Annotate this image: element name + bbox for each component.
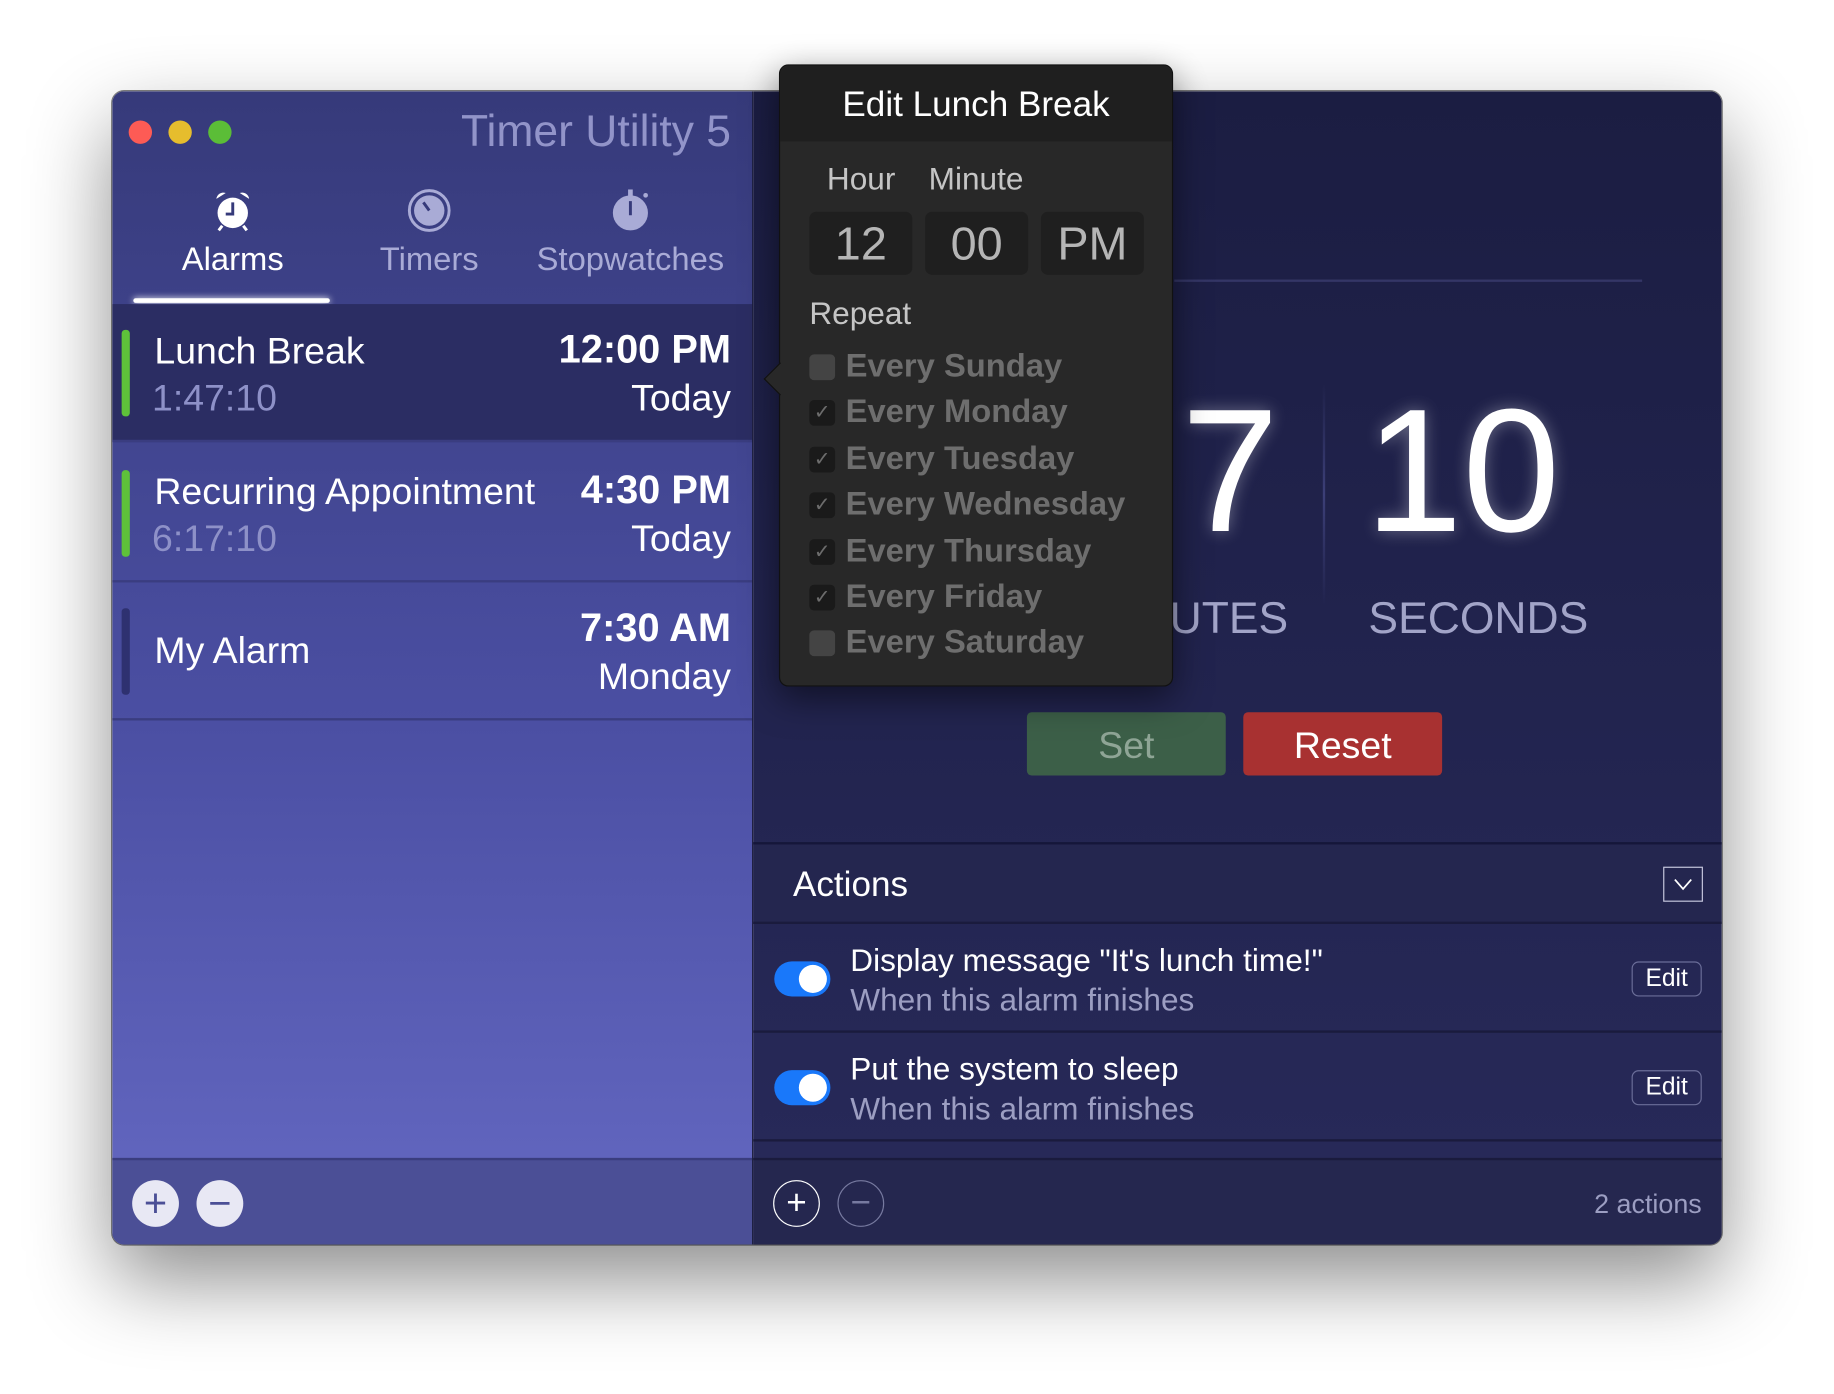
seconds-value: 10 xyxy=(1364,371,1561,569)
edit-action-button[interactable]: Edit xyxy=(1631,961,1702,997)
stopwatch-icon xyxy=(612,189,648,231)
action-row: Put the system to sleep When this alarm … xyxy=(753,1033,1722,1142)
repeat-checkbox[interactable]: ✓ xyxy=(809,400,836,427)
alarm-time: 12:00 PM xyxy=(558,327,731,372)
repeat-checkbox[interactable]: ✓ xyxy=(809,446,836,473)
repeat-checkbox[interactable] xyxy=(809,630,836,657)
tab-stopwatches[interactable]: Stopwatches xyxy=(531,187,730,278)
alarm-name: Lunch Break xyxy=(154,329,365,372)
add-alarm-button[interactable]: + xyxy=(132,1180,179,1227)
alarm-day: Today xyxy=(631,516,731,560)
alarm-time: 7:30 AM xyxy=(579,605,731,651)
popover-title: Edit Lunch Break xyxy=(780,65,1172,142)
repeat-checkbox[interactable]: ✓ xyxy=(809,492,836,519)
seconds-label: SECONDS xyxy=(1368,594,1589,644)
minutes-value: 7 xyxy=(1181,371,1279,569)
minute-label: Minute xyxy=(928,161,1024,197)
tab-timers[interactable]: Timers xyxy=(330,187,529,278)
alarm-time: 4:30 PM xyxy=(580,467,731,513)
action-title: Display message "It's lunch time!" xyxy=(850,942,1323,978)
separator xyxy=(1322,383,1326,606)
action-toggle[interactable] xyxy=(774,961,831,997)
repeat-checkbox[interactable]: ✓ xyxy=(809,584,836,611)
action-subtitle: When this alarm finishes xyxy=(850,982,1195,1018)
enabled-indicator xyxy=(121,329,130,417)
minimize-button[interactable] xyxy=(168,120,192,144)
action-title: Put the system to sleep xyxy=(850,1051,1179,1087)
repeat-checkbox[interactable]: ✓ xyxy=(809,538,836,565)
repeat-day-label: Every Friday xyxy=(845,577,1043,615)
remove-alarm-button[interactable]: − xyxy=(196,1180,244,1227)
enabled-indicator xyxy=(121,470,130,557)
tab-alarms[interactable]: Alarms xyxy=(133,187,332,278)
repeat-day-label: Every Wednesday xyxy=(845,485,1126,522)
alarm-clock-icon xyxy=(216,192,250,232)
tab-label: Stopwatches xyxy=(536,240,725,278)
minute-field[interactable]: 00 xyxy=(925,211,1029,275)
alarm-day: Today xyxy=(631,376,731,419)
disabled-indicator xyxy=(121,608,130,695)
set-button[interactable]: Set xyxy=(1026,712,1226,776)
remove-action-button[interactable]: − xyxy=(837,1180,885,1227)
alarm-remaining: 1:47:10 xyxy=(152,376,277,419)
repeat-day-label: Every Sunday xyxy=(845,347,1063,384)
ampm-field[interactable]: PM xyxy=(1040,211,1144,275)
alarm-row[interactable]: Lunch Break 1:47:10 12:00 PM Today xyxy=(112,304,753,443)
alarm-name: Recurring Appointment xyxy=(154,470,536,513)
repeat-day-label: Every Tuesday xyxy=(845,439,1075,476)
alarm-row[interactable]: My Alarm 7:30 AM Monday xyxy=(112,582,753,721)
sidebar: Timer Utility 5 Alarms Timers Stopwatche… xyxy=(112,91,753,1245)
zoom-button[interactable] xyxy=(208,120,232,144)
alarm-remaining: 6:17:10 xyxy=(152,516,277,560)
action-subtitle: When this alarm finishes xyxy=(850,1091,1195,1127)
hour-label: Hour xyxy=(826,161,896,197)
close-button[interactable] xyxy=(128,120,153,144)
repeat-day-label: Every Saturday xyxy=(845,623,1085,661)
repeat-label: Repeat xyxy=(809,295,912,331)
tab-label: Timers xyxy=(379,240,479,278)
edit-action-button[interactable]: Edit xyxy=(1631,1070,1702,1106)
edit-alarm-popover: Edit Lunch Break Hour Minute 12 00 PM Re… xyxy=(763,64,1174,687)
collapse-toggle[interactable] xyxy=(1663,866,1703,902)
sidebar-footer: + − xyxy=(112,1157,753,1245)
add-action-button[interactable]: + xyxy=(773,1180,820,1227)
active-tab-indicator xyxy=(133,298,330,303)
hour-field[interactable]: 12 xyxy=(809,211,913,275)
repeat-day-label: Every Thursday xyxy=(845,531,1092,568)
alarm-day: Monday xyxy=(597,654,731,698)
action-toggle[interactable] xyxy=(774,1070,831,1106)
tab-label: Alarms xyxy=(181,240,284,278)
chevron-down-icon xyxy=(1674,878,1692,891)
reset-button[interactable]: Reset xyxy=(1243,712,1443,776)
alarm-name: My Alarm xyxy=(154,629,311,672)
minutes-label: UTES xyxy=(1169,594,1289,644)
divider xyxy=(1174,279,1643,282)
actions-header: Actions xyxy=(753,842,1722,924)
action-row: Display message "It's lunch time!" When … xyxy=(753,924,1722,1033)
timer-icon xyxy=(407,189,451,232)
repeat-day-label: Every Monday xyxy=(845,393,1068,430)
action-count: 2 actions xyxy=(1594,1188,1702,1219)
repeat-checkbox[interactable] xyxy=(809,354,836,381)
alarm-row[interactable]: Recurring Appointment 6:17:10 4:30 PM To… xyxy=(112,444,753,583)
actions-title: Actions xyxy=(792,865,909,905)
actions-footer: + − 2 actions xyxy=(753,1157,1722,1245)
app-title: Timer Utility 5 xyxy=(461,107,731,157)
